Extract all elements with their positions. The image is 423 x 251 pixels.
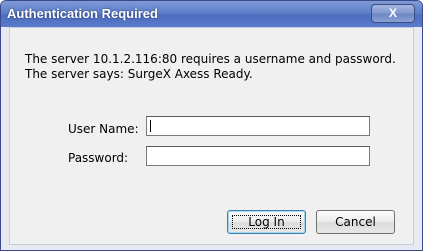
title-bar[interactable]: Authentication Required X [1, 1, 422, 27]
cancel-label: Cancel [335, 215, 376, 229]
text-caret [150, 120, 151, 132]
close-icon: X [388, 6, 397, 20]
server-message: The server 10.1.2.116:80 requires a user… [25, 52, 396, 82]
cancel-button[interactable]: Cancel [316, 210, 395, 234]
log-in-button[interactable]: Log In [227, 210, 306, 234]
password-field[interactable] [146, 146, 370, 166]
password-label: Password: [68, 151, 129, 165]
dialog-body: The server 10.1.2.116:80 requires a user… [9, 27, 414, 245]
username-label: User Name: [68, 122, 139, 136]
authentication-dialog: Authentication Required X The server 10.… [0, 0, 423, 251]
message-line-2: The server says: SurgeX Axess Ready. [25, 67, 253, 81]
close-button[interactable]: X [371, 4, 415, 23]
username-field[interactable] [146, 116, 370, 136]
log-in-label: Log In [248, 215, 285, 229]
message-line-1: The server 10.1.2.116:80 requires a user… [25, 52, 396, 66]
dialog-title: Authentication Required [7, 6, 158, 21]
